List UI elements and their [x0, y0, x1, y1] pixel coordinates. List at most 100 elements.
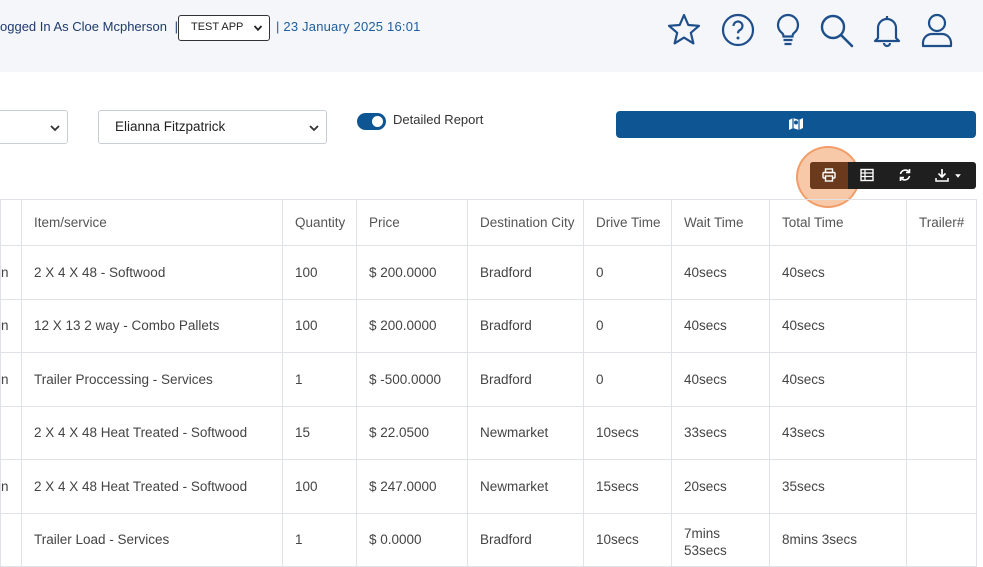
chevron-down-icon: [253, 25, 263, 32]
table-cell: Bradford: [467, 512, 584, 567]
table-cell: 33secs: [671, 405, 770, 460]
print-button[interactable]: [810, 162, 848, 189]
table-cell: $ 247.0000: [356, 459, 468, 514]
download-icon: [935, 169, 949, 182]
columns-button[interactable]: [848, 162, 886, 189]
column-header-wait-time[interactable]: Wait Time: [671, 199, 770, 246]
column-header-destination-city[interactable]: Destination City: [467, 199, 584, 246]
driver-select-value: Elianna Fitzpatrick: [115, 119, 226, 134]
detailed-report-label: Detailed Report: [393, 112, 484, 127]
table-cell: [0, 405, 22, 460]
chevron-down-icon: [309, 125, 319, 132]
table-cell: $ 200.0000: [356, 245, 468, 300]
bell-icon[interactable]: [869, 12, 905, 48]
table-cell: $ -500.0000: [356, 352, 468, 407]
table-cell: 1: [282, 352, 357, 407]
table-cell: 2 X 4 X 48 Heat Treated - Softwood: [21, 405, 283, 460]
table-cell: [906, 245, 977, 300]
help-icon[interactable]: [720, 12, 756, 48]
app-select-value: TEST APP: [191, 21, 244, 33]
user-icon[interactable]: [919, 12, 955, 48]
table-cell: 20secs: [671, 459, 770, 514]
column-header-trailer[interactable]: Trailer#: [906, 199, 977, 246]
caret-down-icon: [955, 174, 961, 178]
table-cell: Newmarket: [467, 405, 584, 460]
table-cell: 0: [583, 298, 672, 353]
table-cell: 40secs: [769, 245, 907, 300]
table-row: n 2 X 4 X 48 - Softwood 100 $ 200.0000 B…: [0, 245, 977, 300]
table-cell: n: [0, 245, 22, 300]
column-header[interactable]: [0, 199, 22, 246]
table-cell: [906, 298, 977, 353]
table-cell: Trailer Proccessing - Services: [21, 352, 283, 407]
table-row: n 12 X 13 2 way - Combo Pallets 100 $ 20…: [0, 298, 977, 353]
logged-in-user: ogged In As Cloe Mcpherson: [0, 19, 167, 34]
table-cell: n: [0, 459, 22, 514]
table-cell: 10secs: [583, 512, 672, 567]
chevron-down-icon: [50, 125, 60, 132]
column-header-drive-time[interactable]: Drive Time: [583, 199, 672, 246]
table-cell: [0, 512, 22, 567]
column-header-quantity[interactable]: Quantity: [282, 199, 357, 246]
star-icon[interactable]: [666, 12, 702, 48]
table-cell: 35secs: [769, 459, 907, 514]
table-cell: [906, 405, 977, 460]
table-cell: 1: [282, 512, 357, 567]
table-cell: Bradford: [467, 298, 584, 353]
export-dropdown-button[interactable]: [926, 162, 974, 189]
table-cell: Newmarket: [467, 459, 584, 514]
table-cell: 40secs: [769, 352, 907, 407]
filter-select-partial[interactable]: [0, 110, 68, 144]
map-button[interactable]: [616, 111, 976, 138]
table-icon: [860, 168, 874, 182]
driver-select[interactable]: Elianna Fitzpatrick: [98, 110, 327, 144]
detailed-report-toggle[interactable]: [357, 113, 386, 130]
table-cell: 2 X 4 X 48 Heat Treated - Softwood: [21, 459, 283, 514]
map-icon: [789, 118, 803, 130]
table-cell: $ 200.0000: [356, 298, 468, 353]
table-cell: 0: [583, 352, 672, 407]
report-table: Item/service Quantity Price Destination …: [0, 199, 977, 567]
top-bar: ogged In As Cloe Mcpherson | TEST APP | …: [0, 0, 983, 72]
table-cell: [906, 352, 977, 407]
search-icon[interactable]: [818, 12, 854, 48]
table-cell: 100: [282, 298, 357, 353]
table-header-row: Item/service Quantity Price Destination …: [0, 199, 977, 246]
table-cell: [906, 459, 977, 514]
refresh-icon: [899, 169, 911, 181]
table-cell: $ 0.0000: [356, 512, 468, 567]
table-cell: Bradford: [467, 352, 584, 407]
wait-time-value: 7mins 53secs: [684, 525, 727, 558]
table-cell: 40secs: [671, 245, 770, 300]
table-row: n 2 X 4 X 48 Heat Treated - Softwood 100…: [0, 459, 977, 514]
table-row: n Trailer Proccessing - Services 1 $ -50…: [0, 352, 977, 407]
table-cell: 8mins 3secs: [769, 512, 907, 567]
table-cell: Trailer Load - Services: [21, 512, 283, 567]
refresh-button[interactable]: [886, 162, 924, 189]
table-cell: n: [0, 352, 22, 407]
current-datetime: | 23 January 2025 16:01: [276, 19, 421, 34]
table-cell: 40secs: [769, 298, 907, 353]
table-cell: 100: [282, 245, 357, 300]
table-row: Trailer Load - Services 1 $ 0.0000 Bradf…: [0, 512, 977, 567]
table-cell: [906, 512, 977, 567]
table-cell: 0: [583, 245, 672, 300]
table-cell: 10secs: [583, 405, 672, 460]
table-cell: n: [0, 298, 22, 353]
table-cell: Bradford: [467, 245, 584, 300]
table-cell: 7mins 53secs: [671, 512, 770, 567]
print-icon: [822, 168, 836, 182]
table-cell: 2 X 4 X 48 - Softwood: [21, 245, 283, 300]
table-cell: 15secs: [583, 459, 672, 514]
table-cell: 40secs: [671, 298, 770, 353]
logged-in-text: ogged In As Cloe Mcpherson |: [0, 19, 178, 34]
lightbulb-icon[interactable]: [770, 12, 806, 48]
table-cell: 100: [282, 459, 357, 514]
table-cell: 40secs: [671, 352, 770, 407]
app-select[interactable]: TEST APP: [178, 15, 270, 41]
column-header-total-time[interactable]: Total Time: [769, 199, 907, 246]
column-header-price[interactable]: Price: [356, 199, 468, 246]
column-header-item-service[interactable]: Item/service: [21, 199, 283, 246]
table-row: 2 X 4 X 48 Heat Treated - Softwood 15 $ …: [0, 405, 977, 460]
table-cell: 15: [282, 405, 357, 460]
